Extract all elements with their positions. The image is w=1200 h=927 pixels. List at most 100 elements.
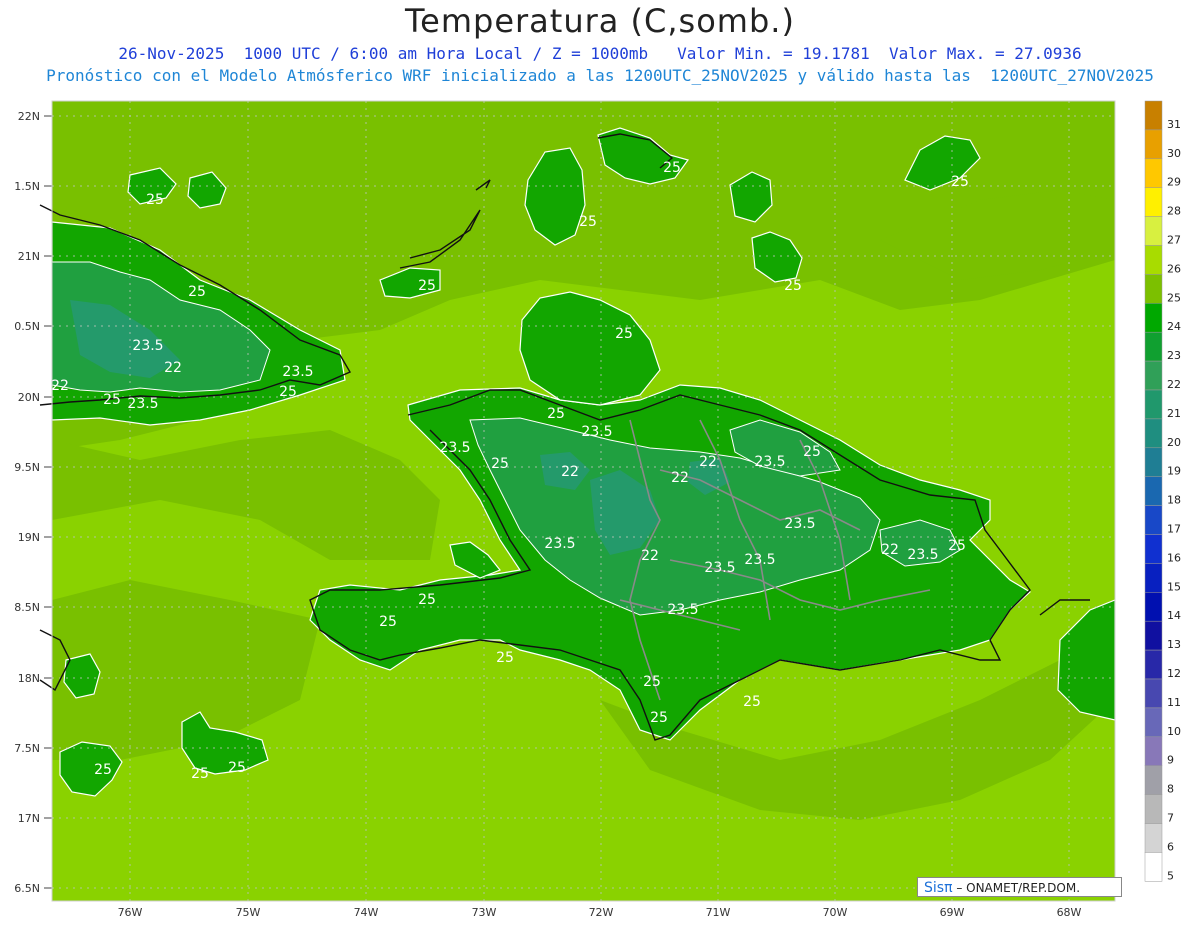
colorbar-swatch <box>1144 216 1163 246</box>
colorbar-swatch <box>1144 534 1163 564</box>
lat-label: 20N <box>18 391 40 404</box>
colorbar-label: 5 <box>1167 869 1174 882</box>
contour-label: 25 <box>418 592 436 608</box>
colorbar-label: 31 <box>1167 118 1181 131</box>
contour-label: 25 <box>146 192 164 208</box>
colorbar-label: 25 <box>1167 291 1181 304</box>
colorbar-swatch <box>1144 418 1163 449</box>
lon-label: 76W <box>118 906 143 919</box>
colorbar-swatch <box>1144 158 1163 188</box>
lat-label: 6.5N <box>14 882 40 895</box>
colorbar-label: 13 <box>1167 638 1181 651</box>
colorbar-label: 23 <box>1167 349 1181 362</box>
contour-label: 22 <box>51 378 69 394</box>
colorbar-swatch <box>1144 331 1163 362</box>
colorbar-label: 18 <box>1167 494 1181 507</box>
contour-label: 25 <box>547 406 565 422</box>
colorbar-swatch <box>1144 389 1163 420</box>
colorbar-label: 15 <box>1167 580 1181 593</box>
colorbar-swatch <box>1144 707 1163 738</box>
contour-label: 25 <box>379 614 397 630</box>
contour-label: 25 <box>228 760 246 776</box>
contour-label: 23.5 <box>704 560 735 576</box>
lat-label: 18N <box>18 672 40 685</box>
contour-label: 22 <box>699 454 717 470</box>
contour-label: 22 <box>164 360 182 376</box>
colorbar-swatch <box>1144 765 1163 795</box>
colorbar-label: 21 <box>1167 407 1181 420</box>
colorbar-swatch <box>1144 100 1163 131</box>
colorbar-swatch <box>1144 678 1163 709</box>
colorbar-label: 8 <box>1167 783 1174 796</box>
colorbar-swatch <box>1144 620 1163 651</box>
lat-label: 7.5N <box>14 742 40 755</box>
chart-title: Temperatura (C,somb.) <box>405 2 795 40</box>
colorbar-label: 27 <box>1167 234 1181 247</box>
model-info-line: Pronóstico con el Modelo Atmósferico WRF… <box>46 66 1154 85</box>
contour-label: 23.5 <box>907 547 938 563</box>
contour-label: 25 <box>743 694 761 710</box>
contour-label: 23.5 <box>754 454 785 470</box>
contour-label: 25 <box>803 444 821 460</box>
colorbar-swatch <box>1144 476 1163 506</box>
contour-label: 25 <box>491 456 509 472</box>
lat-label: 19N <box>18 531 40 544</box>
temperature-map: 22N 1.5N 21N 0.5N 20N 9.5N 19N 8.5N 18N … <box>14 100 1181 919</box>
contour-label: 25 <box>279 384 297 400</box>
contour-label: 23.5 <box>282 364 313 380</box>
colorbar-swatch <box>1144 736 1163 766</box>
lon-label: 72W <box>589 906 614 919</box>
lon-label: 75W <box>236 906 261 919</box>
colorbar-label: 30 <box>1167 147 1181 160</box>
contour-label: 25 <box>418 278 436 294</box>
contour-label: 22 <box>641 548 659 564</box>
colorbar-swatch <box>1144 360 1163 391</box>
sispi-logo: Sisπ <box>924 880 953 896</box>
contour-label: 23.5 <box>544 536 575 552</box>
contour-label: 23.5 <box>439 440 470 456</box>
colorbar-swatch <box>1144 592 1163 622</box>
contour-label: 25 <box>191 766 209 782</box>
lat-label: 17N <box>18 812 40 825</box>
colorbar-label: 16 <box>1167 551 1181 564</box>
colorbar-label: 10 <box>1167 725 1181 738</box>
colorbar-swatch <box>1144 852 1163 882</box>
lon-label: 73W <box>472 906 497 919</box>
colorbar-swatch <box>1144 274 1163 304</box>
contour-label: 23.5 <box>744 552 775 568</box>
colorbar-label: 17 <box>1167 523 1181 536</box>
colorbar-label: 11 <box>1167 696 1181 709</box>
colorbar-label: 26 <box>1167 262 1181 275</box>
colorbar-swatch <box>1144 447 1163 477</box>
lon-label: 71W <box>706 906 731 919</box>
colorbar-swatch <box>1144 563 1163 593</box>
lon-label: 74W <box>354 906 379 919</box>
lon-label: 70W <box>823 906 848 919</box>
colorbar-swatch <box>1144 649 1163 680</box>
colorbar-swatch <box>1144 187 1163 217</box>
lat-label: 22N <box>18 110 40 123</box>
contour-label: 25 <box>496 650 514 666</box>
colorbar: 31 30 29 28 27 26 25 24 23 22 21 20 19 18 17 16 15 14 13 12… <box>1144 100 1181 882</box>
contour-label: 25 <box>188 284 206 300</box>
colorbar-swatch <box>1144 505 1163 535</box>
contour-label: 23.5 <box>667 602 698 618</box>
lat-labels: 22N 1.5N 21N 0.5N 20N 9.5N 19N 8.5N 18N … <box>14 110 40 895</box>
contour-label: 25 <box>615 326 633 342</box>
lat-label: 8.5N <box>14 601 40 614</box>
contour-label: 23.5 <box>581 424 612 440</box>
colorbar-label: 6 <box>1167 840 1174 853</box>
contour-label: 22 <box>671 470 689 486</box>
colorbar-label: 19 <box>1167 465 1181 478</box>
colorbar-label: 24 <box>1167 320 1181 333</box>
valid-time-line: 26-Nov-2025 1000 UTC / 6:00 am Hora Loca… <box>118 44 1082 63</box>
colorbar-label: 22 <box>1167 378 1181 391</box>
colorbar-label: 29 <box>1167 176 1181 189</box>
contour-label: 25 <box>94 762 112 778</box>
colorbar-swatch <box>1144 245 1163 275</box>
lon-label: 69W <box>940 906 965 919</box>
contour-label: 25 <box>103 392 121 408</box>
contour-label: 23.5 <box>127 396 158 412</box>
colorbar-label: 14 <box>1167 609 1181 622</box>
contour-label: 25 <box>650 710 668 726</box>
